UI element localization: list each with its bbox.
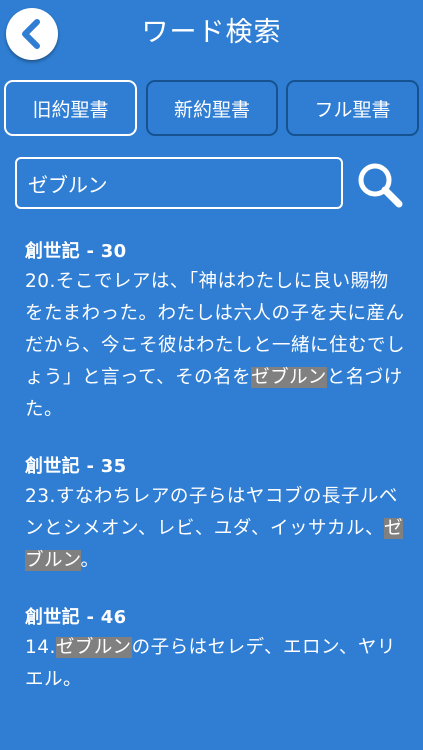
tab-new-testament[interactable]: 新約聖書 bbox=[146, 80, 278, 136]
search-input[interactable] bbox=[15, 157, 343, 209]
result-verse: 23.すなわちレアの子らはヤコブの長子ルベンとシメオン、レビ、ユダ、イッサカル、… bbox=[25, 481, 407, 577]
result-reference: 創世記 - 35 bbox=[25, 456, 127, 477]
testament-tabs: 旧約聖書 新約聖書 フル聖書 bbox=[4, 80, 419, 138]
header-bar: ワード検索 bbox=[0, 0, 423, 64]
page-title: ワード検索 bbox=[141, 17, 282, 48]
search-icon bbox=[358, 163, 403, 208]
result-verse: 20.そこでレアは、「神はわたしに良い賜物をたまわった。わたしは六人の子を夫に産… bbox=[25, 266, 407, 426]
result-verse: 14.ゼブルンの子らはセレデ、エロン、ヤリエル。 bbox=[25, 632, 407, 696]
result-item[interactable]: 創世記 - 46 14.ゼブルンの子らはセレデ、エロン、ヤリエル。 bbox=[25, 604, 407, 696]
search-highlight: ゼブルン bbox=[251, 367, 327, 388]
verse-text: 14. bbox=[25, 637, 56, 658]
verse-text: 23.すなわちレアの子らはヤコブの長子ルベンとシメオン、レビ、ユダ、イッサカル、 bbox=[25, 486, 398, 539]
verse-text: 。 bbox=[80, 550, 100, 571]
result-reference: 創世記 - 46 bbox=[25, 607, 127, 628]
tab-full-bible[interactable]: フル聖書 bbox=[286, 80, 419, 136]
search-highlight: ゼブルン bbox=[55, 637, 132, 658]
result-reference: 創世記 - 30 bbox=[25, 241, 127, 262]
tab-old-testament[interactable]: 旧約聖書 bbox=[4, 80, 137, 136]
result-item[interactable]: 創世記 - 35 23.すなわちレアの子らはヤコブの長子ルベンとシメオン、レビ、… bbox=[25, 453, 407, 577]
search-results: 創世記 - 30 20.そこでレアは、「神はわたしに良い賜物をたまわった。わたし… bbox=[25, 238, 407, 723]
search-button[interactable] bbox=[354, 160, 408, 210]
result-item[interactable]: 創世記 - 30 20.そこでレアは、「神はわたしに良い賜物をたまわった。わたし… bbox=[25, 238, 407, 426]
